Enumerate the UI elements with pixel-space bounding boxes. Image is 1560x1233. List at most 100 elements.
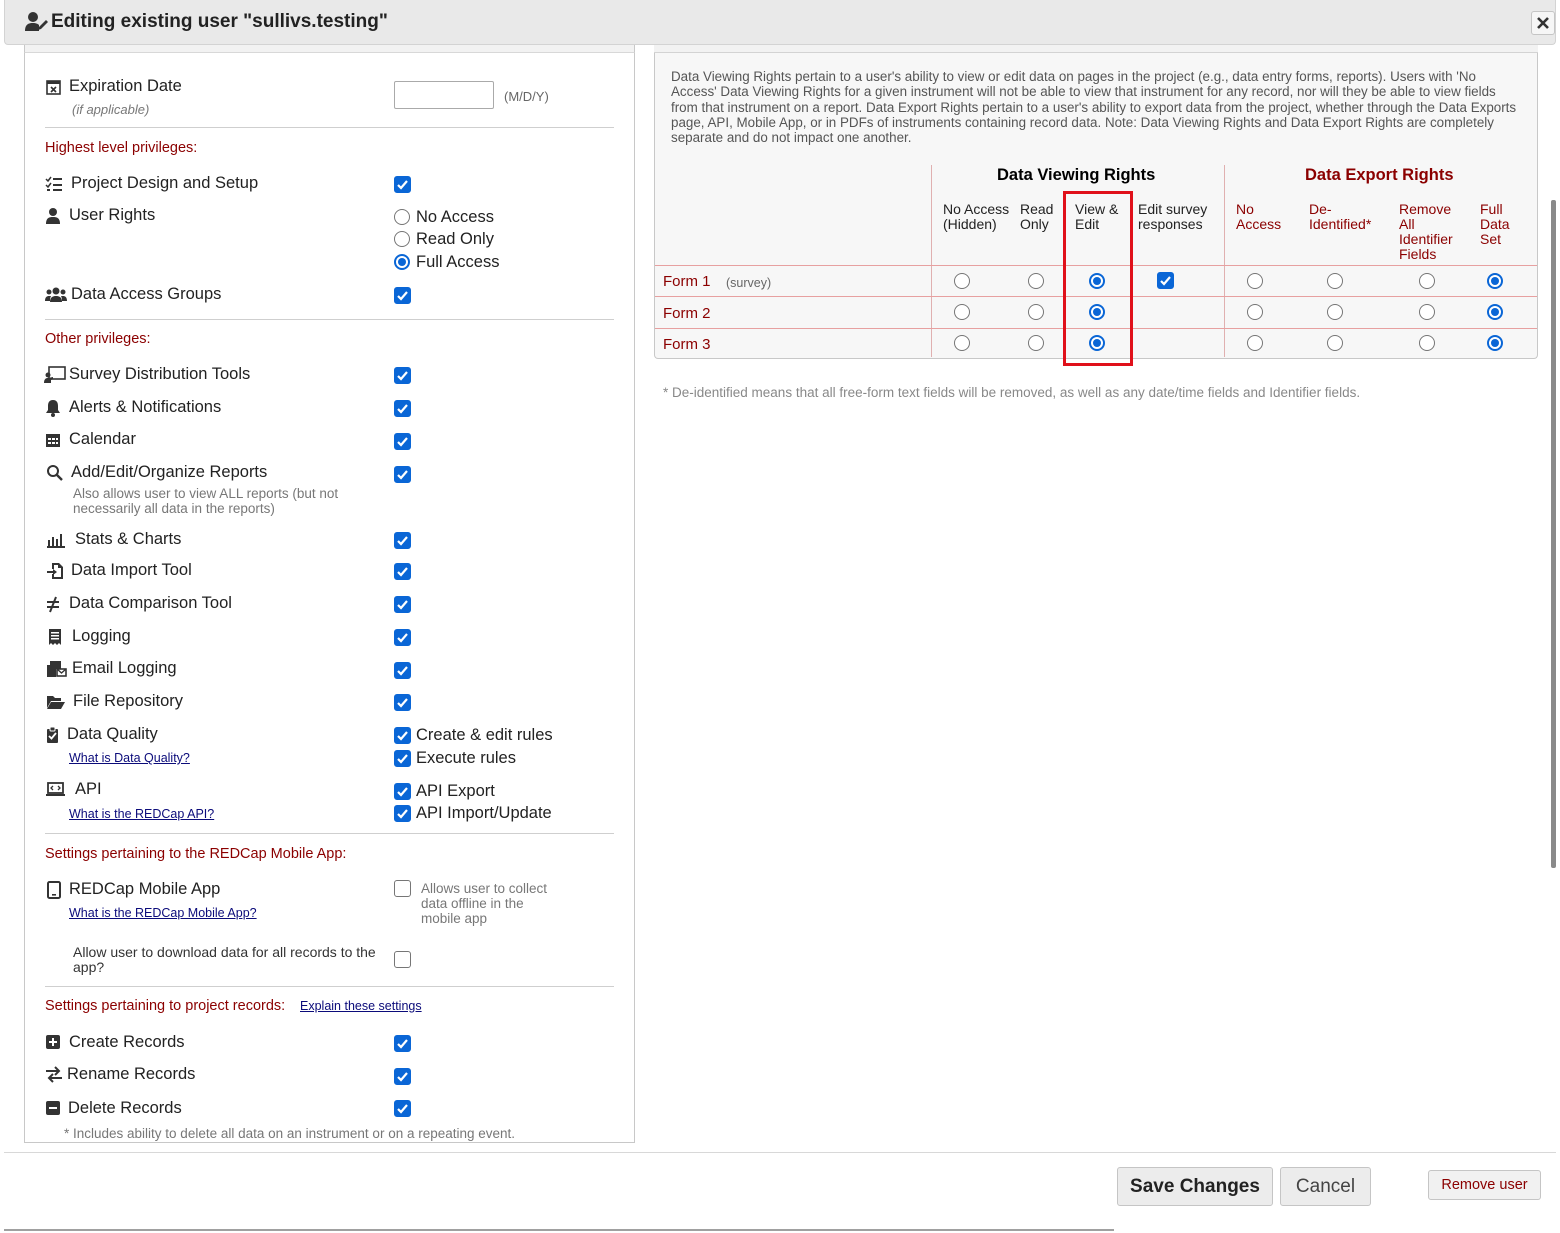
- rename-records-label: Rename Records: [67, 1065, 196, 1083]
- mobile-app-help-link[interactable]: What is the REDCap Mobile App?: [69, 906, 257, 920]
- api-import-checkbox[interactable]: [394, 805, 411, 822]
- records-heading: Settings pertaining to project records:: [45, 998, 286, 1014]
- form-3-export-remove-identifiers-radio[interactable]: [1419, 335, 1435, 351]
- download-checkbox[interactable]: [394, 951, 411, 968]
- col-export-deidentified: De-Identified*: [1309, 201, 1372, 232]
- mobile-app-checkbox[interactable]: [394, 880, 411, 897]
- col-export-remove-identifiers: Remove All Identifier Fields: [1399, 201, 1453, 262]
- form-3-export-deidentified-radio[interactable]: [1327, 335, 1343, 351]
- explain-settings-link[interactable]: Explain these settings: [300, 999, 422, 1013]
- form-2-export-remove-identifiers-radio[interactable]: [1419, 304, 1435, 320]
- calendar-x-icon: [45, 78, 63, 96]
- api-help-link[interactable]: What is the REDCap API?: [69, 807, 214, 821]
- form-3-export-full-radio[interactable]: [1487, 335, 1503, 351]
- form-1-view-read-only-radio[interactable]: [1028, 273, 1044, 289]
- user-rights-full-access-radio[interactable]: [394, 254, 410, 270]
- form-1-edit-survey-checkbox[interactable]: [1157, 272, 1174, 289]
- user-rights-read-only-radio[interactable]: [394, 231, 410, 247]
- reports-checkbox[interactable]: [394, 466, 411, 483]
- footer-divider: [4, 1152, 1556, 1153]
- col-no-access-hidden: No Access (Hidden): [943, 201, 1010, 232]
- stats-checkbox[interactable]: [394, 532, 411, 549]
- tablet-icon: [47, 881, 65, 899]
- clipboard-check-icon: [45, 726, 63, 744]
- date-format-hint: (M/D/Y): [504, 89, 549, 104]
- col-read-only: Read Only: [1020, 201, 1054, 232]
- window-bottom-edge: [4, 1229, 1114, 1231]
- mobile-heading: Settings pertaining to the REDCap Mobile…: [45, 846, 347, 862]
- bell-icon: [45, 399, 63, 417]
- data-export-heading: Data Export Rights: [1305, 166, 1454, 184]
- user-rights-option-label: Full Access: [416, 253, 500, 271]
- expiration-date-input[interactable]: [394, 81, 494, 109]
- form-1-label: Form 1: [663, 273, 711, 290]
- dq-create-checkbox[interactable]: [394, 727, 411, 744]
- api-import-label: API Import/Update: [416, 804, 552, 822]
- form-3-export-no-access-radio[interactable]: [1247, 335, 1263, 351]
- form-3-label: Form 3: [663, 336, 711, 353]
- save-changes-button[interactable]: Save Changes: [1117, 1167, 1273, 1206]
- form-1-export-remove-identifiers-radio[interactable]: [1419, 273, 1435, 289]
- other-privileges-heading: Other privileges:: [45, 331, 151, 347]
- rights-info-text: Data Viewing Rights pertain to a user's …: [671, 69, 1517, 146]
- dag-label: Data Access Groups: [71, 285, 222, 303]
- form-2-view-read-only-radio[interactable]: [1028, 304, 1044, 320]
- form-1-export-deidentified-radio[interactable]: [1327, 273, 1343, 289]
- form-2-view-no-access-radio[interactable]: [954, 304, 970, 320]
- alerts-checkbox[interactable]: [394, 400, 411, 417]
- logging-checkbox[interactable]: [394, 629, 411, 646]
- calendar-checkbox[interactable]: [394, 433, 411, 450]
- remove-user-button[interactable]: Remove user: [1428, 1170, 1541, 1200]
- col-edit-survey: Edit survey responses: [1138, 201, 1208, 232]
- comparison-checkbox[interactable]: [394, 596, 411, 613]
- deidentified-footnote: * De-identified means that all free-form…: [663, 385, 1361, 400]
- dq-execute-checkbox[interactable]: [394, 750, 411, 767]
- project-design-checkbox[interactable]: [394, 176, 411, 193]
- dq-help-link[interactable]: What is Data Quality?: [69, 751, 190, 765]
- receipt-icon: [47, 628, 65, 646]
- calendar-label: Calendar: [69, 430, 136, 448]
- laptop-code-icon: [45, 781, 67, 799]
- bar-chart-icon: [47, 531, 65, 549]
- dialog-titlebar: Editing existing user "sullivs.testing": [4, 0, 1556, 45]
- rename-records-checkbox[interactable]: [394, 1068, 411, 1085]
- user-icon: [45, 207, 63, 225]
- close-icon: [1537, 17, 1549, 29]
- survey-tools-checkbox[interactable]: [394, 367, 411, 384]
- dq-execute-label: Execute rules: [416, 749, 516, 767]
- plus-square-icon: [45, 1034, 63, 1052]
- email-logging-checkbox[interactable]: [394, 662, 411, 679]
- file-repo-label: File Repository: [73, 692, 184, 710]
- dag-checkbox[interactable]: [394, 287, 411, 304]
- close-button[interactable]: [1531, 11, 1555, 35]
- form-2-export-deidentified-radio[interactable]: [1327, 304, 1343, 320]
- delete-records-checkbox[interactable]: [394, 1100, 411, 1117]
- form-1-export-full-radio[interactable]: [1487, 273, 1503, 289]
- reports-label: Add/Edit/Organize Reports: [71, 463, 268, 481]
- import-checkbox[interactable]: [394, 563, 411, 580]
- reports-note: Also allows user to view ALL reports (bu…: [73, 486, 339, 516]
- create-records-checkbox[interactable]: [394, 1035, 411, 1052]
- form-2-export-no-access-radio[interactable]: [1247, 304, 1263, 320]
- calendar-icon: [45, 431, 63, 449]
- expiration-label: Expiration Date: [69, 77, 182, 95]
- user-rights-no-access-radio[interactable]: [394, 209, 410, 225]
- form-1-view-no-access-radio[interactable]: [954, 273, 970, 289]
- panel-header-strip: [654, 45, 1538, 53]
- file-import-icon: [47, 562, 65, 580]
- create-records-label: Create Records: [69, 1033, 185, 1051]
- user-rights-label: User Rights: [69, 206, 156, 224]
- form-1-survey-tag: (survey): [726, 276, 772, 290]
- form-1-export-no-access-radio[interactable]: [1247, 273, 1263, 289]
- form-2-export-full-radio[interactable]: [1487, 304, 1503, 320]
- file-repo-checkbox[interactable]: [394, 694, 411, 711]
- form-3-view-no-access-radio[interactable]: [954, 335, 970, 351]
- list-check-icon: [45, 175, 63, 193]
- dialog-scrollbar[interactable]: [1551, 200, 1556, 868]
- form-2-label: Form 2: [663, 305, 711, 322]
- cancel-button[interactable]: Cancel: [1280, 1167, 1371, 1206]
- mail-bulk-icon: [46, 660, 68, 678]
- view-edit-highlight-box: [1063, 191, 1133, 366]
- api-export-checkbox[interactable]: [394, 783, 411, 800]
- form-3-view-read-only-radio[interactable]: [1028, 335, 1044, 351]
